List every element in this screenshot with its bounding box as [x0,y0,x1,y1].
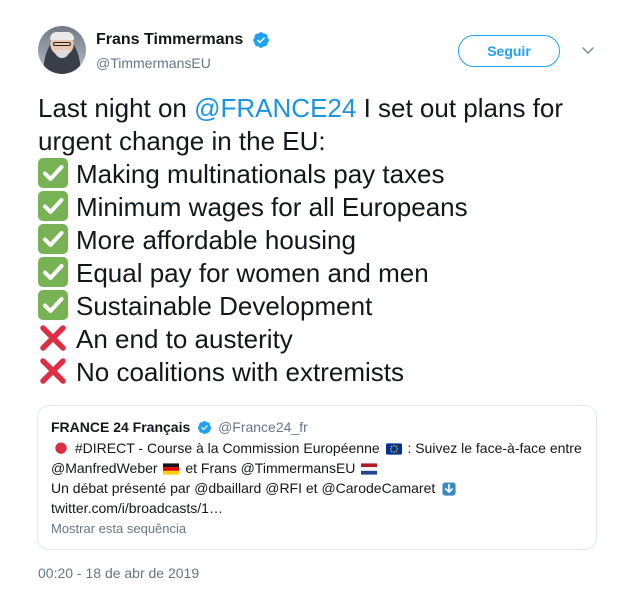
quoted-line-3-text: Un débat présenté par @dbaillard @RFI et… [51,480,436,496]
list-item: Sustainable Development [38,290,608,323]
broadcast-link: twitter.com/i/broadcasts/1… [51,500,223,516]
author-names: Frans Timmermans @TimmermansEU [96,30,270,73]
list-item-text: Sustainable Development [76,291,373,321]
check-mark-button-icon [38,158,68,188]
list-item-text: Minimum wages for all Europeans [76,192,468,222]
cross-mark-icon [38,323,68,353]
eu-flag-icon [385,443,402,455]
author-handle[interactable]: @TimmermansEU [96,53,270,73]
quoted-tweet-header: FRANCE 24 Français @France24_fr [51,418,308,436]
tweet-text: Last night on @FRANCE24 I set out plans … [38,92,608,389]
list-item: Equal pay for women and men [38,257,608,290]
manfredweber-mention: @ManfredWeber [51,460,158,476]
check-mark-button-icon [38,257,68,287]
list-item: No coalitions with extremists [38,356,608,389]
check-mark-button-icon [38,224,68,254]
follow-button[interactable]: Seguir [458,35,560,67]
list-item: An end to austerity [38,323,608,356]
down-arrow-icon [442,482,456,496]
germany-flag-icon [163,463,180,475]
chevron-down-icon[interactable] [580,42,596,58]
show-thread-link[interactable]: Mostrar esta sequência [51,521,186,536]
verified-badge-icon [252,32,269,48]
quoted-line-2-text: et Frans @TimmermansEU [185,460,356,476]
quoted-line-2: @ManfredWeber et Frans @TimmermansEU [51,458,587,478]
list-item: Making multinationals pay taxes [38,158,608,191]
quoted-line-3: Un débat présenté par @dbaillard @RFI et… [51,478,587,498]
quoted-tweet-text: #DIRECT - Course à la Commission Europée… [51,438,587,518]
quoted-handle: @France24_fr [218,419,308,435]
verified-badge-icon [198,420,212,435]
tweet-timestamp[interactable]: 00:20 - 18 de abr de 2019 [38,565,199,581]
list-item-text: More affordable housing [76,225,356,255]
cross-mark-icon [38,356,68,386]
list-item-text: An end to austerity [76,324,293,354]
list-item-text: Equal pay for women and men [76,258,429,288]
netherlands-flag-icon [361,463,378,475]
quoted-line-1: #DIRECT - Course à la Commission Europée… [51,438,587,458]
quoted-line-1-text-a: #DIRECT - Course à la Commission Europée… [74,440,380,456]
avatar[interactable] [38,26,86,74]
list-item: More affordable housing [38,224,608,257]
check-mark-button-icon [38,191,68,221]
list-item-text: No coalitions with extremists [76,357,404,387]
tweet-header: Frans Timmermans @TimmermansEU Seguir [38,26,612,78]
check-mark-button-icon [38,290,68,320]
tweet-card: Frans Timmermans @TimmermansEU Seguir La… [0,0,632,592]
tweet-list: Making multinationals pay taxes Minimum w… [38,158,608,389]
quoted-line-1-text-b: : Suivez le face-à-face entre [407,440,582,456]
quoted-tweet[interactable]: FRANCE 24 Français @France24_fr #DIRECT … [37,405,597,550]
red-circle-icon [55,442,67,454]
author-display-name[interactable]: Frans Timmermans [96,30,243,50]
list-item-text: Making multinationals pay taxes [76,159,445,189]
list-item: Minimum wages for all Europeans [38,191,608,224]
tweet-intro-text: Last night on [38,93,195,123]
mention-link[interactable]: @FRANCE24 [194,93,356,123]
quoted-display-name: FRANCE 24 Français [51,419,191,435]
